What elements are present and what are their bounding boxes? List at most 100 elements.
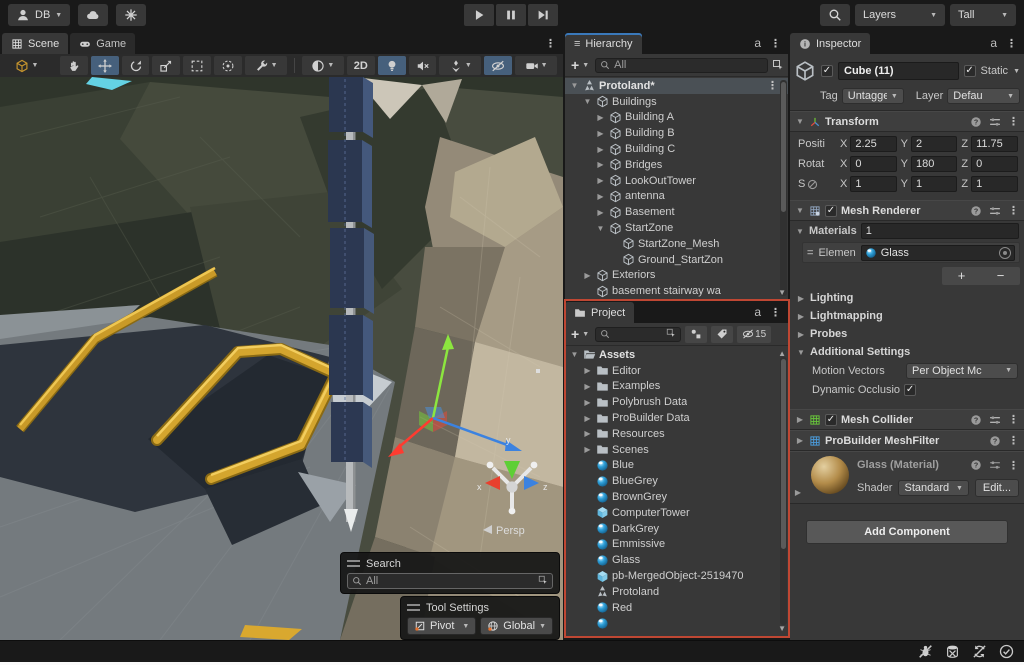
pause-button[interactable] [496, 4, 526, 26]
tab-hierarchy[interactable]: ≡ Hierarchy [565, 33, 642, 54]
dynamic-occlusion-checkbox[interactable] [904, 384, 916, 396]
tree-item-computertower[interactable]: ComputerTower [565, 505, 788, 521]
kebab-menu-icon[interactable]: ⋮ [770, 306, 781, 319]
layer-dropdown[interactable]: Defau▼ [947, 88, 1020, 104]
material-object-field[interactable]: Glass [861, 245, 1015, 261]
tree-item-assets[interactable]: ▼Assets [565, 347, 788, 363]
help-icon[interactable] [970, 414, 982, 426]
foldout-open-icon[interactable]: ▼ [795, 206, 805, 215]
motion-vectors-dropdown[interactable]: Per Object Mc▼ [906, 363, 1018, 379]
scroll-down-icon[interactable]: ▼ [778, 624, 786, 633]
probuilder-meshfilter-component-header[interactable]: ▶ ProBuilder MeshFilter ⋮ [790, 430, 1024, 451]
camera-settings-dropdown[interactable]: ▼ [515, 56, 557, 75]
tab-project[interactable]: Project [565, 302, 634, 323]
handle-space-dropdown[interactable]: Global ▼ [480, 617, 553, 635]
foldout-closed-icon[interactable]: ▶ [795, 436, 805, 445]
status-ok-icon[interactable] [999, 644, 1014, 659]
scene-viewport[interactable]: y x z Persp [0, 77, 563, 640]
scale-x-field[interactable]: 1 [850, 176, 896, 192]
tag-dropdown[interactable]: Untagge▼ [842, 88, 904, 104]
lock-icon[interactable]: a [754, 305, 761, 319]
perspective-label[interactable]: Persp [496, 525, 525, 537]
transform-tool-button[interactable] [214, 56, 242, 75]
tree-item-bridges[interactable]: ▶Bridges [565, 157, 788, 173]
scale-y-field[interactable]: 1 [911, 176, 957, 192]
shading-mode-dropdown[interactable]: ▼ [302, 56, 344, 75]
debugger-disabled-icon[interactable] [918, 644, 933, 659]
mesh-renderer-enabled-checkbox[interactable] [825, 205, 837, 217]
filter-by-label-button[interactable] [711, 326, 733, 343]
add-component-button[interactable]: Add Component [806, 520, 1008, 544]
tree-item-resources[interactable]: ▶Resources [565, 426, 788, 442]
foldout-closed-icon[interactable]: ▶ [582, 398, 593, 407]
hierarchy-search-input[interactable]: All [595, 58, 768, 73]
tree-item-scenes[interactable]: ▶Scenes [565, 442, 788, 458]
picker-icon[interactable] [666, 328, 676, 338]
foldout-closed-icon[interactable]: ▶ [595, 145, 606, 154]
additional-settings-foldout[interactable]: ▼Additional Settings [790, 343, 1024, 361]
picker-icon[interactable] [538, 575, 548, 585]
tab-inspector[interactable]: Inspector [790, 33, 870, 54]
foldout-open-icon[interactable]: ▼ [582, 97, 593, 106]
tree-item-building-a[interactable]: ▶Building A [565, 110, 788, 126]
tree-item-pb-mergedobject-2519470[interactable]: pb-MergedObject-2519470 [565, 568, 788, 584]
help-icon[interactable] [970, 116, 982, 128]
scene-search-input[interactable]: All [347, 573, 553, 589]
kebab-menu-icon[interactable]: ⋮ [1008, 434, 1019, 447]
foldout-closed-icon[interactable]: ▶ [595, 160, 606, 169]
edit-shader-button[interactable]: Edit... [975, 479, 1019, 497]
presets-icon[interactable] [989, 116, 1001, 128]
foldout-closed-icon[interactable]: ▶ [595, 192, 606, 201]
foldout-closed-icon[interactable]: ▶ [795, 415, 805, 424]
presets-icon[interactable] [989, 205, 1001, 217]
2d-toggle-button[interactable]: 2D [347, 56, 375, 75]
project-scrollbar[interactable] [780, 357, 787, 625]
project-search-input[interactable] [595, 327, 681, 342]
tree-item-blank[interactable] [565, 616, 788, 632]
presets-icon[interactable] [989, 414, 1001, 426]
rotate-tool-button[interactable] [122, 56, 150, 75]
foldout-closed-icon[interactable]: ▶ [582, 382, 593, 391]
scroll-down-icon[interactable]: ▼ [778, 288, 786, 297]
add-element-button[interactable]: + [942, 267, 981, 285]
foldout-closed-icon[interactable]: ▶ [595, 129, 606, 138]
scale-tool-button[interactable] [152, 56, 180, 75]
tree-item-protoland[interactable]: Protoland [565, 584, 788, 600]
tree-item-probuilder-data[interactable]: ▶ProBuilder Data [565, 410, 788, 426]
account-dropdown[interactable]: DB ▼ [8, 4, 70, 26]
kebab-menu-icon[interactable]: ⋮ [767, 79, 778, 92]
probes-foldout[interactable]: ▶Probes [790, 325, 1024, 343]
presets-icon[interactable] [989, 459, 1001, 471]
tree-item-basement[interactable]: ▶Basement [565, 204, 788, 220]
effects-dropdown[interactable]: ▼ [439, 56, 481, 75]
active-checkbox[interactable] [821, 65, 833, 77]
tree-item-startzone[interactable]: ▼StartZone [565, 220, 788, 236]
foldout-open-icon[interactable]: ▼ [795, 227, 805, 236]
tree-item-polybrush-data[interactable]: ▶Polybrush Data [565, 394, 788, 410]
cache-server-disabled-icon[interactable] [945, 644, 960, 659]
drag-handle-icon[interactable]: = [807, 247, 813, 259]
foldout-closed-icon[interactable]: ▶ [582, 429, 593, 438]
picker-icon[interactable] [772, 59, 784, 71]
tree-item-startzone-mesh[interactable]: StartZone_Mesh [565, 236, 788, 252]
cloud-button[interactable] [78, 4, 108, 26]
help-icon[interactable] [989, 435, 1001, 447]
tab-scene[interactable]: Scene [2, 33, 68, 54]
shader-dropdown[interactable]: Standard▼ [898, 480, 968, 496]
foldout-closed-icon[interactable]: ▶ [582, 366, 593, 375]
hidden-objects-toggle[interactable] [484, 56, 512, 75]
play-button[interactable] [464, 4, 494, 26]
material-preview-sphere[interactable] [811, 456, 849, 494]
mesh-renderer-component-header[interactable]: ▼ Mesh Renderer ⋮ [790, 200, 1024, 221]
lock-icon[interactable]: a [990, 36, 997, 50]
rotation-x-field[interactable]: 0 [850, 156, 896, 172]
kebab-menu-icon[interactable]: ⋮ [1008, 413, 1019, 426]
gizmo-visibility-dropdown[interactable]: ▼ [6, 56, 48, 75]
tree-item-ground-startzon[interactable]: Ground_StartZon [565, 252, 788, 268]
lock-icon[interactable]: a [754, 36, 761, 50]
foldout-open-icon[interactable]: ▼ [569, 81, 580, 90]
foldout-open-icon[interactable]: ▼ [569, 350, 580, 359]
remove-element-button[interactable]: − [981, 267, 1020, 285]
tree-item-antenna[interactable]: ▶antenna [565, 189, 788, 205]
tree-item-browngrey[interactable]: BrownGrey [565, 489, 788, 505]
